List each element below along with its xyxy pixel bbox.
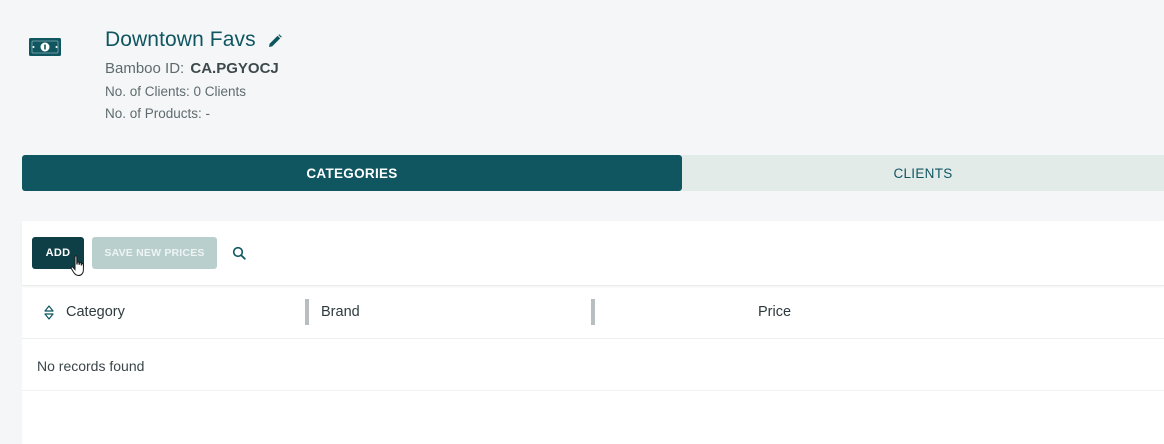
page-title: Downtown Favs: [105, 28, 256, 51]
column-resizer[interactable]: [305, 299, 309, 325]
tab-bar: CATEGORIES CLIENTS: [22, 155, 1164, 191]
title-row: Downtown Favs: [105, 28, 282, 52]
save-new-prices-button[interactable]: SAVE NEW PRICES: [92, 237, 217, 269]
empty-message: No records found: [37, 358, 145, 374]
column-resizer[interactable]: [591, 299, 595, 325]
table-header: Category Brand Price: [22, 285, 1164, 339]
table-row: No records found: [22, 338, 1164, 391]
tab-clients[interactable]: CLIENTS: [682, 155, 1164, 191]
bamboo-id: Bamboo ID: CA.PGYOCJ: [105, 60, 279, 77]
categories-card: ADD SAVE NEW PRICES Category Brand Price…: [22, 221, 1164, 444]
column-header-brand[interactable]: Brand: [321, 304, 360, 320]
column-header-category[interactable]: Category: [66, 304, 125, 320]
products-count: No. of Products: -: [105, 106, 211, 121]
sort-icon[interactable]: [44, 305, 54, 320]
edit-pencil-icon[interactable]: [268, 34, 282, 48]
bamboo-id-label: Bamboo ID:: [105, 60, 185, 77]
bamboo-id-value: CA.PGYOCJ: [190, 60, 279, 77]
toolbar: ADD SAVE NEW PRICES: [22, 221, 1164, 286]
page: Downtown Favs Bamboo ID: CA.PGYOCJ No. o…: [0, 0, 1164, 444]
tab-categories[interactable]: CATEGORIES: [22, 155, 682, 191]
column-header-price[interactable]: Price: [758, 304, 791, 320]
money-icon: [29, 38, 61, 56]
pointer-cursor-icon: [70, 255, 84, 277]
clients-count: No. of Clients: 0 Clients: [105, 84, 247, 99]
search-icon[interactable]: [232, 246, 246, 260]
